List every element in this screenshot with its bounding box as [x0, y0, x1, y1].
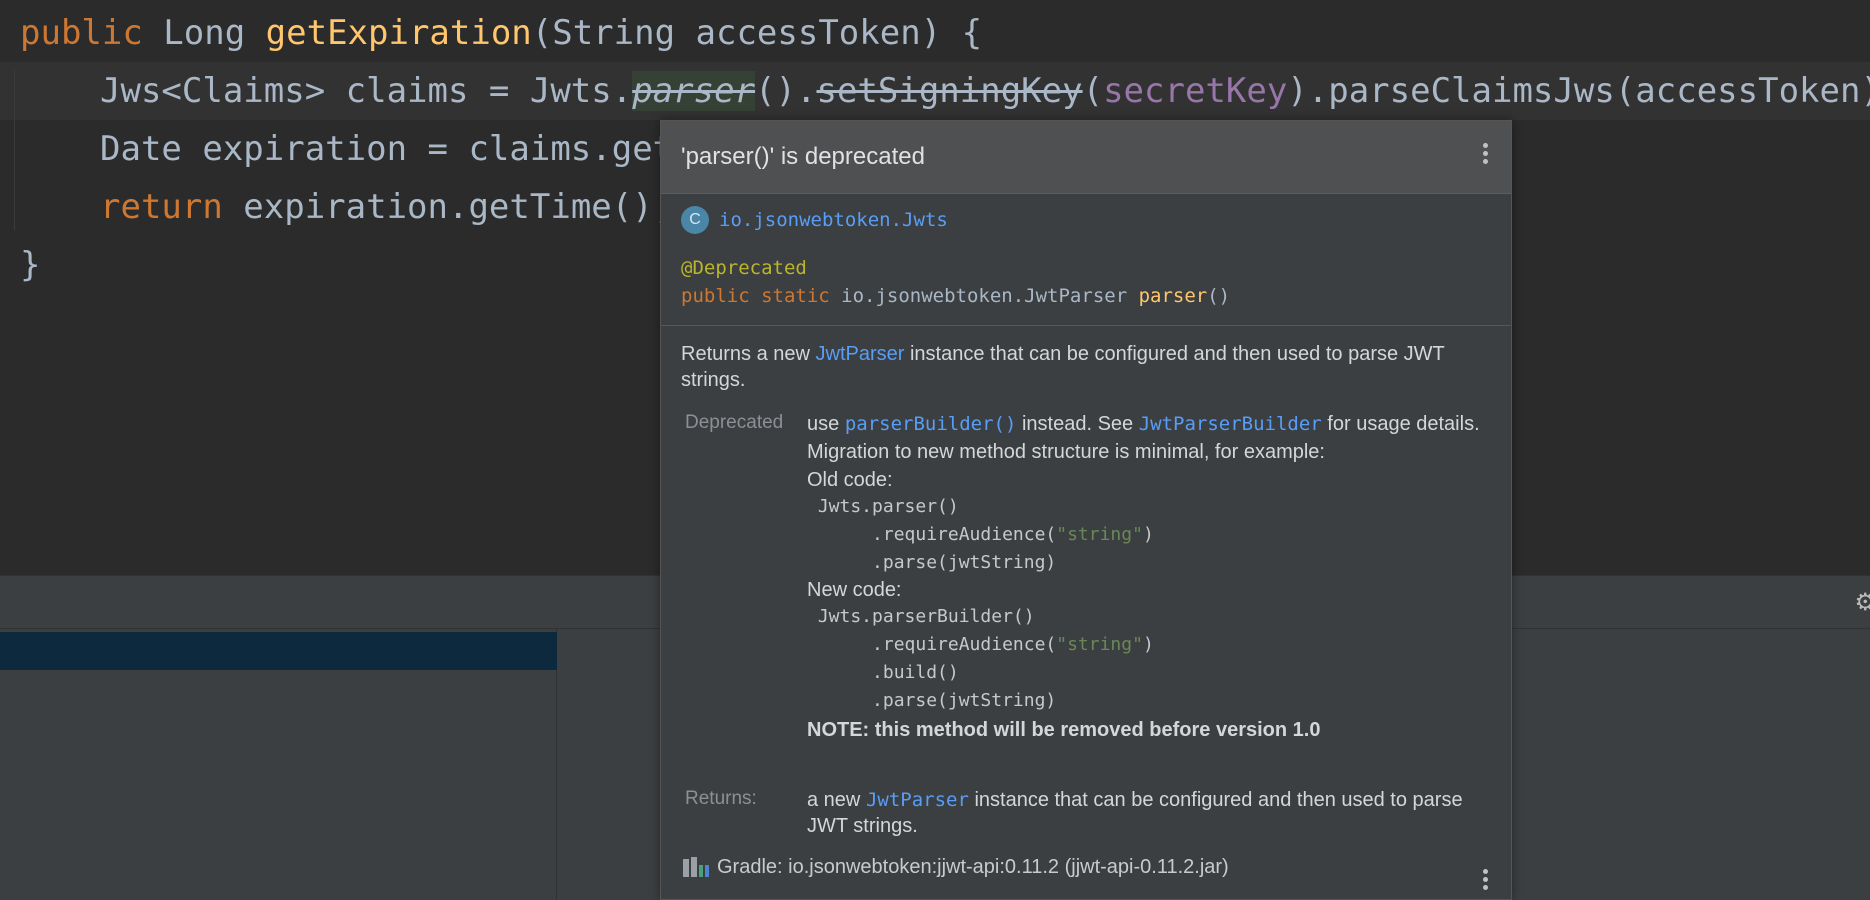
- code-line-5[interactable]: }: [20, 236, 40, 294]
- code-text: ().: [755, 71, 817, 111]
- code-line-3[interactable]: Date expiration = claims.get: [100, 120, 673, 178]
- code-text: ): [1142, 634, 1154, 655]
- more-options-icon[interactable]: [1483, 869, 1489, 893]
- popup-header: 'parser()' is deprecated: [661, 121, 1511, 194]
- code-block-line: .parse(jwtString): [807, 690, 1057, 711]
- signature-parens: (): [1207, 285, 1231, 307]
- deprecated-usage: use parserBuilder() instead. See JwtPars…: [807, 411, 1487, 437]
- code-text: (: [1082, 71, 1104, 111]
- old-code-label: Old code:: [807, 469, 893, 491]
- gear-icon[interactable]: ⚙: [1854, 588, 1870, 616]
- new-code-block: Jwts.parserBuilder() .requireAudience("s…: [807, 603, 1487, 715]
- method-params: (String accessToken) {: [531, 13, 983, 53]
- returns-label: Returns:: [685, 788, 757, 809]
- field-secretkey: secretKey: [1103, 71, 1288, 111]
- code-text: ).parseClaimsJws(accessToken): [1287, 71, 1870, 111]
- code-text: ): [1142, 524, 1154, 545]
- selected-tree-row[interactable]: [0, 632, 557, 670]
- code-line-2[interactable]: Jws<Claims> claims = Jwts.parser().setSi…: [100, 62, 1870, 120]
- deprecated-parser-call[interactable]: parser: [632, 71, 756, 111]
- code-text: Jws<Claims> claims = Jwts.: [100, 71, 633, 111]
- removal-note: NOTE: this method will be removed before…: [807, 719, 1321, 741]
- jwtparser-link[interactable]: JwtParser: [866, 789, 969, 811]
- signature-modifiers: public static: [681, 285, 830, 307]
- method-name: getExpiration: [265, 13, 532, 53]
- class-link[interactable]: io.jsonwebtoken.Jwts: [719, 209, 948, 231]
- code-block-line: .parse(jwtString): [807, 552, 1057, 573]
- more-options-icon[interactable]: [1483, 143, 1489, 167]
- type-long: Long: [142, 13, 266, 53]
- code-text: Date expiration = claims.get: [100, 129, 674, 169]
- library-source: Gradle: io.jsonwebtoken:jjwt-api:0.11.2 …: [681, 853, 1229, 881]
- method-description: Returns a new JwtParser instance that ca…: [681, 341, 1451, 393]
- code-block-line: Jwts.parserBuilder(): [807, 606, 1035, 627]
- deprecated-text: use: [807, 413, 845, 435]
- deprecated-setsigningkey-call[interactable]: setSigningKey: [816, 71, 1082, 111]
- method-signature: public static io.jsonwebtoken.JwtParser …: [681, 285, 1230, 307]
- deprecated-section: use parserBuilder() instead. See JwtPars…: [807, 411, 1487, 743]
- code-line-1[interactable]: public Long getExpiration(String accessT…: [20, 4, 982, 62]
- signature-method-name: parser: [1138, 285, 1208, 307]
- annotation-deprecated: @Deprecated: [681, 257, 807, 279]
- string-literal: "string": [1056, 524, 1143, 545]
- migration-text: Migration to new method structure is min…: [807, 441, 1325, 463]
- documentation-popup[interactable]: 'parser()' is deprecated C io.jsonwebtok…: [660, 120, 1512, 900]
- returns-text: a new: [807, 789, 866, 811]
- string-literal: "string": [1056, 634, 1143, 655]
- code-text: expiration.getTime(): [222, 187, 653, 227]
- closing-brace: }: [20, 245, 41, 285]
- code-line-4[interactable]: return expiration.getTime();: [100, 178, 673, 236]
- new-code-label: New code:: [807, 579, 902, 601]
- deprecated-text: instead. See: [1016, 413, 1139, 435]
- description-text: Returns a new: [681, 343, 816, 365]
- code-text: .requireAudience(: [807, 524, 1057, 545]
- code-block-line: .requireAudience("string"): [807, 631, 1487, 659]
- library-icon: [681, 855, 711, 879]
- code-block-line: .build(): [807, 662, 959, 683]
- parserbuilder-link[interactable]: parserBuilder(): [845, 413, 1017, 435]
- keyword-public: public: [20, 13, 143, 53]
- jwtparserbuilder-link[interactable]: JwtParserBuilder: [1139, 413, 1322, 435]
- deprecated-label: Deprecated: [685, 412, 784, 433]
- keyword-return: return: [100, 187, 223, 227]
- deprecated-text: for usage details.: [1321, 413, 1480, 435]
- indent-guide: [14, 70, 15, 230]
- code-block-line: .requireAudience("string"): [807, 521, 1487, 549]
- code-block-line: Jwts.parser(): [807, 496, 959, 517]
- old-code-block: Jwts.parser() .requireAudience("string")…: [807, 493, 1487, 577]
- separator: [661, 325, 1511, 326]
- class-icon: C: [681, 206, 709, 234]
- returns-description: a new JwtParser instance that can be con…: [807, 787, 1487, 839]
- popup-title: 'parser()' is deprecated: [681, 143, 925, 170]
- code-text: .requireAudience(: [807, 634, 1057, 655]
- class-reference: C io.jsonwebtoken.Jwts: [681, 205, 948, 235]
- jwtparser-link[interactable]: JwtParser: [816, 343, 905, 365]
- gradle-library-text: Gradle: io.jsonwebtoken:jjwt-api:0.11.2 …: [717, 855, 1229, 878]
- signature-return-type: io.jsonwebtoken.JwtParser: [829, 285, 1139, 307]
